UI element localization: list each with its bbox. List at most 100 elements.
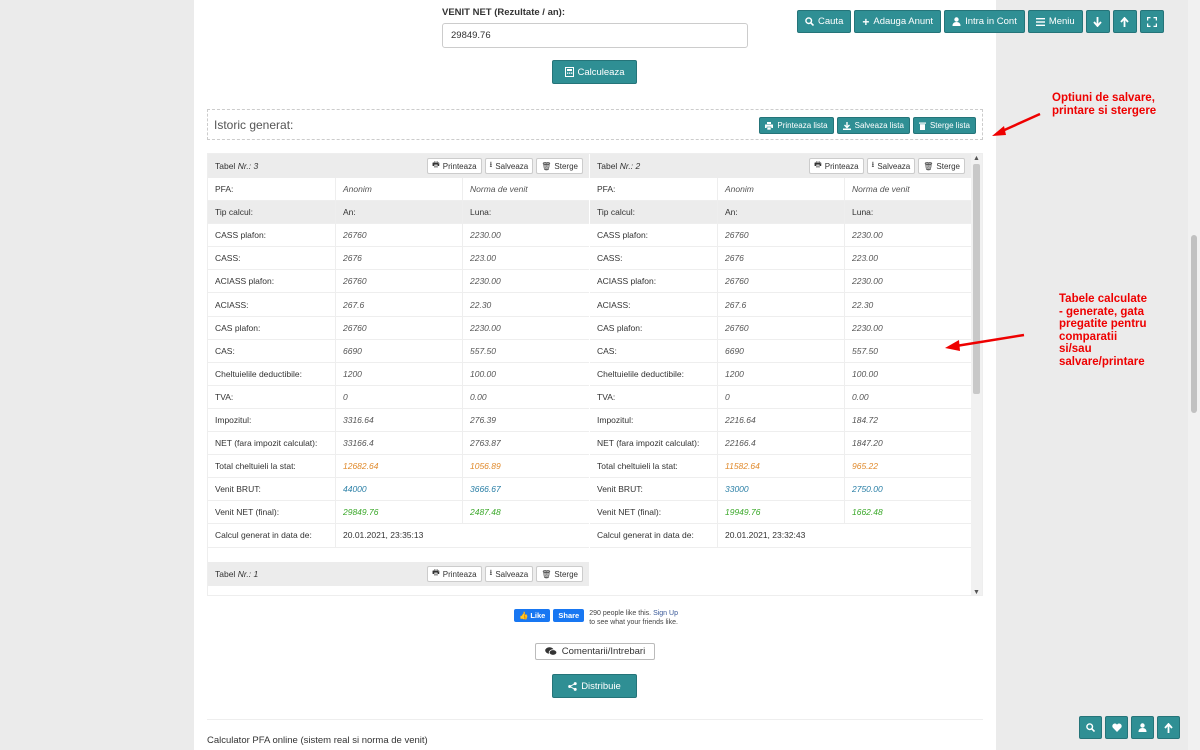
table-title: Tabel Nr.: 1 — [215, 569, 258, 579]
bottom-account-button[interactable] — [1131, 716, 1154, 739]
row-label: CASS plafon: — [597, 230, 649, 241]
calculeaza-button[interactable]: Calculeaza — [552, 60, 637, 84]
row-label: Calcul generat in data de: — [597, 530, 694, 541]
row-label: Tip calcul: — [597, 207, 635, 218]
value-an: Anonim — [335, 178, 462, 201]
row-label: Impozitul: — [215, 414, 252, 425]
heart-icon — [1111, 723, 1122, 732]
search-icon — [805, 17, 814, 26]
sterge-lista-button[interactable]: Sterge lista — [912, 117, 976, 134]
user-icon — [952, 17, 961, 26]
table-delete-button[interactable]: 🗑 Sterge — [536, 566, 583, 582]
comentarii-button[interactable]: Comentarii/Intrebari — [535, 643, 655, 660]
table-row: CAS: 6690 557.50 — [208, 339, 589, 363]
print-label: Printeaza — [442, 569, 477, 579]
delete-label: Sterge — [554, 161, 578, 171]
printeaza-lista-button[interactable]: Printeaza lista — [759, 117, 834, 134]
row-label: Tip calcul: — [215, 207, 253, 218]
table-save-button[interactable]: ⭳ Salveaza — [484, 566, 534, 582]
venit-net-label: VENIT NET (Rezultate / an): — [442, 7, 565, 18]
page-scrollbar-thumb[interactable] — [1191, 235, 1197, 413]
table-delete-button[interactable]: 🗑 Sterge — [536, 158, 583, 174]
comentarii-label: Comentarii/Intrebari — [561, 646, 646, 657]
fullscreen-icon — [1146, 16, 1157, 27]
tables-scroll-area[interactable]: Tabel Nr.: 3 🖶 Printeaza ⭳ Salveaza 🗑 Sterge PF… — [207, 153, 983, 596]
istoric-actions: Printeaza lista Salveaza lista Sterge li… — [759, 117, 976, 134]
scroll-down-button[interactable] — [1085, 10, 1110, 33]
table-row: CAS: 6690 557.50 — [590, 339, 971, 363]
bottom-scroll-up-button[interactable] — [1157, 716, 1180, 739]
salveaza-lista-button[interactable]: Salveaza lista — [836, 117, 910, 134]
table-row: NET (fara impozit calculat): 33166.4 2763.… — [208, 432, 589, 456]
plus-icon: + — [862, 14, 870, 29]
value-an: 33000 — [717, 478, 844, 501]
save-label: Salveaza — [495, 569, 529, 579]
value-an: 2676 — [717, 247, 844, 270]
signup-link[interactable]: Sign Up — [653, 610, 678, 617]
table-row: ACIASS: 267.6 22.30 — [590, 293, 971, 317]
intra-in-cont-button[interactable]: Intra in Cont — [944, 10, 1025, 33]
table-title: Tabel Nr.: 2 — [597, 161, 640, 171]
table-save-button[interactable]: ⭳ Salveaza — [484, 158, 534, 174]
value-luna: 22.30 — [844, 293, 971, 316]
scrollbar-thumb[interactable] — [973, 164, 980, 394]
value-luna: 1662.48 — [844, 501, 971, 524]
save-label: Salveaza — [877, 161, 911, 171]
facebook-widget: 👍 Like Share 290 people like this. Sign … — [514, 609, 678, 627]
tables-scrollbar[interactable]: ▲ ▼ — [971, 154, 982, 595]
facebook-like-button[interactable]: 👍 Like — [514, 609, 551, 622]
scroll-down-arrow-icon[interactable]: ▼ — [973, 589, 980, 595]
value-luna: 557.50 — [462, 339, 589, 362]
distribuie-button[interactable]: Distribuie — [552, 674, 637, 698]
value-an: 6690 — [335, 339, 462, 362]
facebook-share-button[interactable]: Share — [553, 609, 585, 622]
value-luna: 2763.87 — [462, 432, 589, 455]
table-row: Cheltuielile deductibile: 1200 100.00 — [590, 362, 971, 386]
row-label: ACIASS: — [597, 299, 631, 310]
table-row: CASS plafon: 26760 2230.00 — [208, 224, 589, 248]
fullscreen-button[interactable] — [1139, 10, 1164, 33]
page-scrollbar[interactable] — [1188, 0, 1200, 750]
value-an: An: — [717, 201, 844, 224]
facebook-rest-text: to see what your friends like. — [589, 619, 678, 626]
table-print-button[interactable]: 🖶 Printeaza — [809, 158, 864, 174]
intra-label: Intra in Cont — [965, 16, 1017, 27]
table-save-button[interactable]: ⭳ Salveaza — [866, 158, 916, 174]
venit-net-input[interactable] — [442, 23, 748, 48]
hamburger-icon — [1035, 17, 1045, 26]
value-an: An: — [335, 201, 462, 224]
annotation-line: pregatite pentru — [1059, 318, 1147, 330]
row-label: ACIASS plafon: — [215, 276, 275, 287]
top-navigation: Cauta + Adauga Anunt Intra in Cont Meniu — [797, 10, 1164, 33]
calc-table: Tabel Nr.: 1 🖶 Printeaza ⭳ Salveaza 🗑 Sterge — [208, 562, 589, 586]
table-print-button[interactable]: 🖶 Printeaza — [427, 566, 482, 582]
table-row: CASS plafon: 26760 2230.00 — [590, 224, 971, 248]
table-delete-button[interactable]: 🗑 Sterge — [918, 158, 965, 174]
scroll-up-button[interactable] — [1112, 10, 1137, 33]
bottom-search-button[interactable] — [1079, 716, 1102, 739]
value-an: 6690 — [717, 339, 844, 362]
table-row: CASS: 2676 223.00 — [590, 247, 971, 271]
table-label: Tabel — [597, 161, 618, 171]
table-print-button[interactable]: 🖶 Printeaza — [427, 158, 482, 174]
annotation-line: si/sau — [1059, 343, 1092, 355]
cauta-button[interactable]: Cauta — [797, 10, 852, 33]
value-an: 12682.64 — [335, 455, 462, 478]
arrow-up-icon — [1164, 722, 1173, 733]
table-row: CASS: 2676 223.00 — [208, 247, 589, 271]
user-icon — [1138, 723, 1147, 732]
row-label: Venit NET (final): — [215, 507, 280, 518]
table-row: Calcul generat in data de: 20.01.2021, 23… — [208, 524, 589, 548]
value-an: 22166.4 — [717, 432, 844, 455]
bottom-favorite-button[interactable] — [1105, 716, 1128, 739]
table-row: Venit NET (final): 29849.76 2487.48 — [208, 501, 589, 525]
download-icon: ⭳ — [871, 160, 875, 169]
download-icon: ⭳ — [489, 160, 493, 169]
meniu-button[interactable]: Meniu — [1027, 10, 1083, 33]
scroll-up-arrow-icon[interactable]: ▲ — [973, 155, 980, 162]
value-luna: 2750.00 — [844, 478, 971, 501]
share-icon — [568, 681, 577, 691]
annotation-line: printare si stergere — [1052, 104, 1157, 117]
table-label: Tabel — [215, 569, 236, 579]
adauga-anunt-button[interactable]: + Adauga Anunt — [854, 10, 942, 33]
